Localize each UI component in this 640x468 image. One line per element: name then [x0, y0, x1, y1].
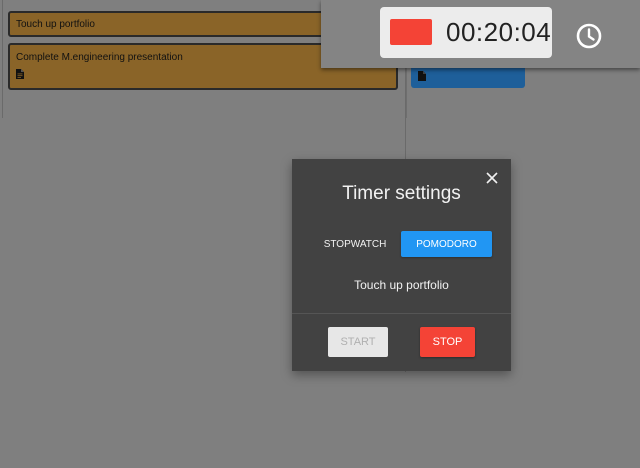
- document-icon: [418, 68, 426, 86]
- timer-display[interactable]: 00:20:04: [380, 7, 552, 58]
- timer-settings-dialog: Timer settings STOPWATCH POMODORO Touch …: [292, 159, 511, 371]
- timer-bar: 00:20:04: [321, 0, 640, 68]
- selected-task-name: Touch up portfolio: [354, 278, 449, 292]
- timer-stop-indicator[interactable]: [390, 19, 432, 45]
- stop-button[interactable]: STOP: [420, 327, 475, 357]
- dialog-title: Timer settings: [342, 183, 461, 204]
- pomodoro-mode-button[interactable]: POMODORO: [401, 231, 492, 257]
- stopwatch-mode-button[interactable]: STOPWATCH: [319, 231, 391, 257]
- timer-mode-toggle: STOPWATCH POMODORO: [292, 231, 511, 257]
- document-icon: [16, 69, 24, 82]
- clock-icon[interactable]: [574, 21, 604, 51]
- dialog-divider: [292, 313, 511, 314]
- timer-time: 00:20:04: [446, 17, 552, 47]
- start-button[interactable]: START: [328, 327, 388, 357]
